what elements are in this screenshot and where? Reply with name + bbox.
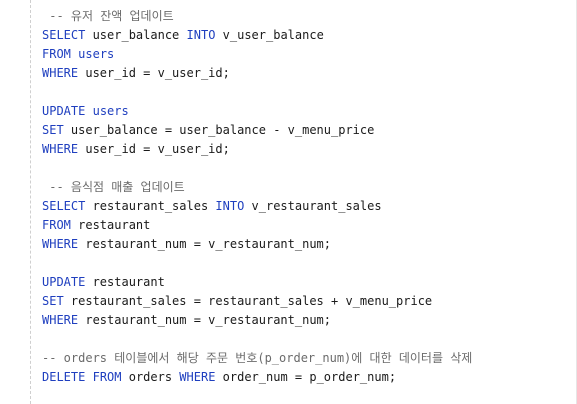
sql-keyword: WHERE — [179, 370, 216, 384]
sql-keyword: WHERE — [42, 237, 79, 251]
code-line-15: UPDATE restaurant — [42, 273, 472, 292]
sql-keyword: UPDATE — [42, 275, 86, 289]
code-line-16: SET restaurant_sales = restaurant_sales … — [42, 292, 472, 311]
sql-comment: -- 유저 잔액 업데이트 — [49, 9, 174, 23]
code-line-4: WHERE user_id = v_user_id; — [42, 64, 472, 83]
sql-text: restaurant — [85, 275, 165, 289]
code-line-13: WHERE restaurant_num = v_restaurant_num; — [42, 235, 472, 254]
sql-keyword: SELECT — [42, 199, 86, 213]
sql-text: restaurant_num = v_restaurant_num; — [78, 237, 331, 251]
sql-keyword: WHERE — [42, 66, 79, 80]
code-line-12: FROM restaurant — [42, 216, 472, 235]
sql-keyword: FROM — [42, 47, 71, 61]
sql-keyword: SELECT — [42, 28, 86, 42]
sql-text: restaurant — [70, 218, 151, 232]
sql-text: user_balance = user_balance - v_menu_pri… — [63, 123, 375, 137]
code-line-8: WHERE user_id = v_user_id; — [42, 140, 472, 159]
code-line-11: SELECT restaurant_sales INTO v_restauran… — [42, 197, 472, 216]
code-line-1: -- 유저 잔액 업데이트 — [42, 7, 472, 26]
sql-keyword: SET — [42, 123, 64, 137]
sql-code-block: -- 유저 잔액 업데이트 SELECT user_balance INTO v… — [30, 0, 577, 404]
sql-text: v_restaurant_sales — [244, 199, 382, 213]
sql-comment: -- 음식점 매출 업데이트 — [49, 180, 185, 194]
sql-keyword: INTO — [186, 28, 216, 42]
sql-keyword: INTO — [215, 199, 245, 213]
sql-keyword: FROM — [92, 370, 122, 384]
sql-comment: -- orders 테이블에서 해당 주문 번호(p_order_num)에 대… — [42, 351, 473, 365]
code-line-10: -- 음식점 매출 업데이트 — [42, 178, 472, 197]
sql-text: order_num = p_order_num; — [215, 370, 397, 384]
code-line-6: UPDATE users — [42, 102, 472, 121]
code-line-7: SET user_balance = user_balance - v_menu… — [42, 121, 472, 140]
code-line-20: DELETE FROM orders WHERE order_num = p_o… — [42, 368, 472, 387]
sql-text: restaurant_sales — [85, 199, 216, 213]
code-lines: -- 유저 잔액 업데이트 SELECT user_balance INTO v… — [42, 7, 472, 387]
sql-keyword: DELETE — [42, 370, 86, 384]
code-line-3: FROM users — [42, 45, 472, 64]
sql-text: restaurant_num = v_restaurant_num; — [78, 313, 331, 327]
sql-keyword: WHERE — [42, 313, 79, 327]
sql-keyword: users — [78, 47, 115, 61]
sql-keyword: WHERE — [42, 142, 79, 156]
code-line-17: WHERE restaurant_num = v_restaurant_num; — [42, 311, 472, 330]
sql-keyword: SET — [42, 294, 64, 308]
sql-text: user_balance — [85, 28, 187, 42]
sql-keyword: FROM — [42, 218, 71, 232]
code-line-19: -- orders 테이블에서 해당 주문 번호(p_order_num)에 대… — [42, 349, 472, 368]
sql-text: restaurant_sales = restaurant_sales + v_… — [63, 294, 433, 308]
sql-text: v_user_balance — [215, 28, 324, 42]
sql-text: user_id = v_user_id; — [78, 66, 230, 80]
sql-text: user_id = v_user_id; — [78, 142, 230, 156]
sql-text: orders — [121, 370, 180, 384]
sql-keyword: UPDATE — [42, 104, 86, 118]
code-line-2: SELECT user_balance INTO v_user_balance — [42, 26, 472, 45]
sql-keyword: users — [92, 104, 129, 118]
